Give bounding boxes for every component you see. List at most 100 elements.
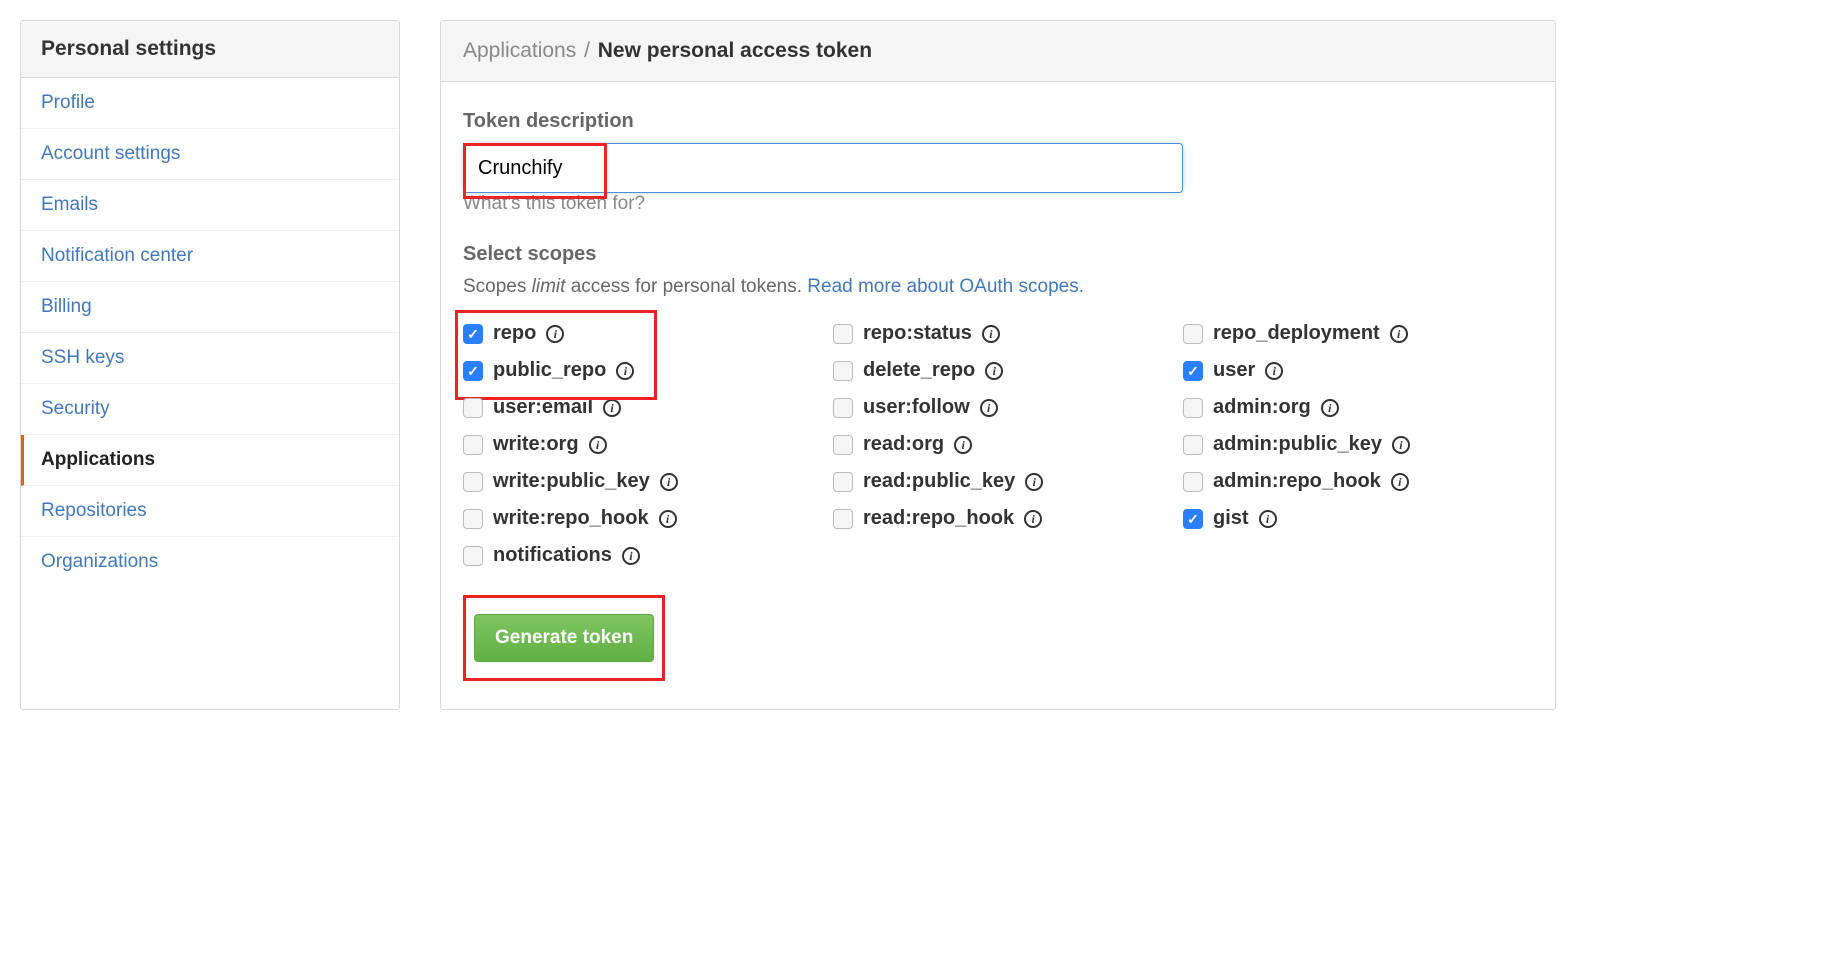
token-help-text: What's this token for? <box>463 193 1533 215</box>
scope-checkbox-read-repo-hook[interactable] <box>833 509 853 529</box>
scope-label: repo:status <box>863 322 972 345</box>
scope-checkbox-write-repo-hook[interactable] <box>463 509 483 529</box>
scope-repo: repoi <box>463 322 833 345</box>
scope-checkbox-public-repo[interactable] <box>463 361 483 381</box>
sidebar: Personal settings ProfileAccount setting… <box>20 20 400 710</box>
scope-write-repo-hook: write:repo_hook i <box>463 507 833 530</box>
scope-label: gist <box>1213 507 1249 530</box>
scope-checkbox-user[interactable] <box>1183 361 1203 381</box>
scope-checkbox-write-public-key[interactable] <box>463 472 483 492</box>
scope-checkbox-admin-repo-hook[interactable] <box>1183 472 1203 492</box>
info-icon[interactable]: i <box>954 436 972 454</box>
scope-label: repo <box>493 322 536 345</box>
info-icon[interactable]: i <box>1391 473 1409 491</box>
breadcrumb: Applications / New personal access token <box>441 21 1555 82</box>
scope-checkbox-repo[interactable] <box>463 324 483 344</box>
scope-admin-public-key: admin:public_key i <box>1183 433 1533 456</box>
info-icon[interactable]: i <box>622 547 640 565</box>
sidebar-item-account-settings[interactable]: Account settings <box>21 129 399 180</box>
scope-label: user:follow <box>863 396 970 419</box>
scope-label: read:org <box>863 433 944 456</box>
info-icon[interactable]: i <box>659 510 677 528</box>
sidebar-item-organizations[interactable]: Organizations <box>21 537 399 587</box>
scope-checkbox-user-email[interactable] <box>463 398 483 418</box>
breadcrumb-separator: / <box>584 39 590 62</box>
oauth-scopes-link[interactable]: Read more about OAuth scopes. <box>807 276 1084 297</box>
scope-delete-repo: delete_repo i <box>833 359 1183 382</box>
scope-repo-status: repo:status i <box>833 322 1183 345</box>
scope-label: admin:public_key <box>1213 433 1382 456</box>
scope-write-org: write:org i <box>463 433 833 456</box>
scope-checkbox-read-public-key[interactable] <box>833 472 853 492</box>
scope-checkbox-repo-status[interactable] <box>833 324 853 344</box>
info-icon[interactable]: i <box>1392 436 1410 454</box>
sidebar-item-ssh-keys[interactable]: SSH keys <box>21 333 399 384</box>
scope-user: useri <box>1183 359 1533 382</box>
info-icon[interactable]: i <box>1024 510 1042 528</box>
select-scopes-label: Select scopes <box>463 243 1533 266</box>
info-icon[interactable]: i <box>985 362 1003 380</box>
scope-read-org: read:org i <box>833 433 1183 456</box>
info-icon[interactable]: i <box>1321 399 1339 417</box>
scope-label: user:email <box>493 396 593 419</box>
sidebar-item-notification-center[interactable]: Notification center <box>21 231 399 282</box>
scope-label: read:public_key <box>863 470 1015 493</box>
scope-checkbox-admin-public-key[interactable] <box>1183 435 1203 455</box>
main-panel: Applications / New personal access token… <box>440 20 1556 710</box>
scope-checkbox-user-follow[interactable] <box>833 398 853 418</box>
info-icon[interactable]: i <box>980 399 998 417</box>
token-description-input[interactable] <box>463 143 1183 193</box>
scope-label: admin:org <box>1213 396 1311 419</box>
sidebar-item-emails[interactable]: Emails <box>21 180 399 231</box>
sidebar-item-repositories[interactable]: Repositories <box>21 486 399 537</box>
info-icon[interactable]: i <box>1259 510 1277 528</box>
info-icon[interactable]: i <box>982 325 1000 343</box>
scope-label: read:repo_hook <box>863 507 1014 530</box>
breadcrumb-parent[interactable]: Applications <box>463 39 576 62</box>
scope-public-repo: public_repo i <box>463 359 833 382</box>
info-icon[interactable]: i <box>546 325 564 343</box>
sidebar-item-security[interactable]: Security <box>21 384 399 435</box>
scope-checkbox-repo-deployment[interactable] <box>1183 324 1203 344</box>
info-icon[interactable]: i <box>603 399 621 417</box>
scope-label: public_repo <box>493 359 606 382</box>
scope-label: write:public_key <box>493 470 650 493</box>
sidebar-item-billing[interactable]: Billing <box>21 282 399 333</box>
scope-checkbox-delete-repo[interactable] <box>833 361 853 381</box>
scope-read-repo-hook: read:repo_hook i <box>833 507 1183 530</box>
scope-gist: gisti <box>1183 507 1533 530</box>
scope-write-public-key: write:public_key i <box>463 470 833 493</box>
sidebar-header: Personal settings <box>21 21 399 78</box>
scope-repo-deployment: repo_deployment i <box>1183 322 1533 345</box>
scope-label: repo_deployment <box>1213 322 1380 345</box>
scope-checkbox-notifications[interactable] <box>463 546 483 566</box>
info-icon[interactable]: i <box>616 362 634 380</box>
generate-token-button[interactable]: Generate token <box>474 614 654 662</box>
scope-admin-org: admin:org i <box>1183 396 1533 419</box>
scope-label: write:org <box>493 433 579 456</box>
info-icon[interactable]: i <box>589 436 607 454</box>
info-icon[interactable]: i <box>1265 362 1283 380</box>
scope-admin-repo-hook: admin:repo_hook i <box>1183 470 1533 493</box>
scope-label: admin:repo_hook <box>1213 470 1381 493</box>
scope-notifications: notifications i <box>463 544 833 567</box>
sidebar-item-profile[interactable]: Profile <box>21 78 399 129</box>
scope-read-public-key: read:public_key i <box>833 470 1183 493</box>
scope-label: user <box>1213 359 1255 382</box>
info-icon[interactable]: i <box>1390 325 1408 343</box>
highlight-annotation: Generate token <box>463 595 665 681</box>
token-description-label: Token description <box>463 110 1533 133</box>
sidebar-item-applications[interactable]: Applications <box>21 435 399 486</box>
scope-label: delete_repo <box>863 359 975 382</box>
scope-checkbox-read-org[interactable] <box>833 435 853 455</box>
scope-user-follow: user:follow i <box>833 396 1183 419</box>
info-icon[interactable]: i <box>660 473 678 491</box>
scope-checkbox-admin-org[interactable] <box>1183 398 1203 418</box>
scope-label: notifications <box>493 544 612 567</box>
scope-checkbox-gist[interactable] <box>1183 509 1203 529</box>
scope-checkbox-write-org[interactable] <box>463 435 483 455</box>
breadcrumb-current: New personal access token <box>598 39 872 62</box>
scope-label: write:repo_hook <box>493 507 649 530</box>
info-icon[interactable]: i <box>1025 473 1043 491</box>
scope-user-email: user:email i <box>463 396 833 419</box>
